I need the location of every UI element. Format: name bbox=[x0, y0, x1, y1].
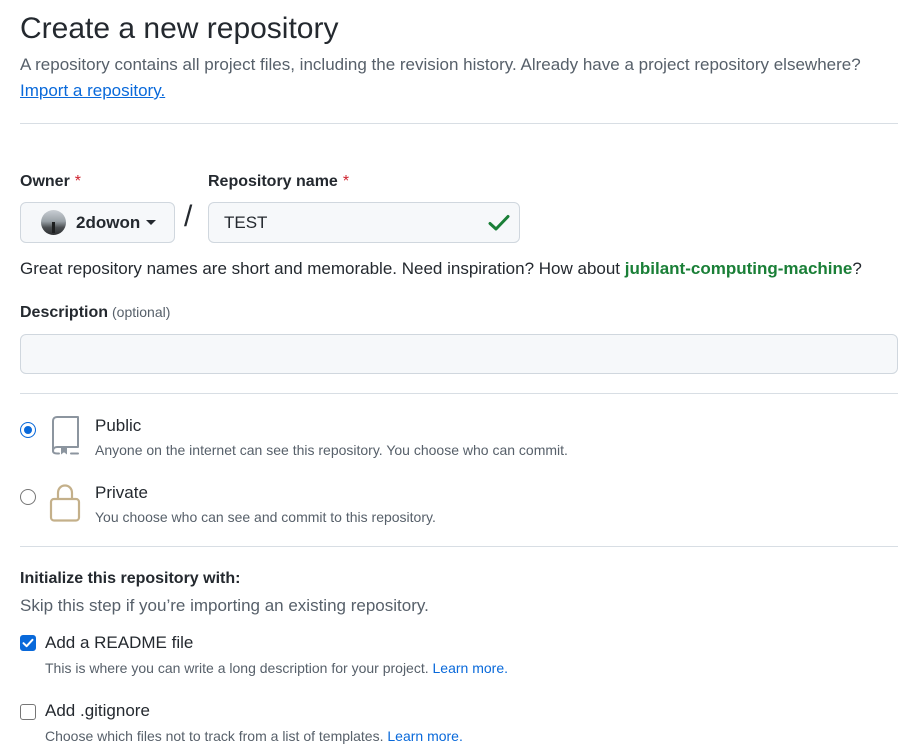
owner-label-text: Owner bbox=[20, 173, 70, 190]
caret-down-icon bbox=[146, 220, 157, 225]
description-label: Description (optional) bbox=[20, 304, 170, 322]
page-title: Create a new repository bbox=[20, 12, 339, 45]
hint-prefix: Great repository names are short and mem… bbox=[20, 259, 625, 278]
readme-checkbox[interactable] bbox=[20, 635, 36, 651]
repo-name-label: Repository name * bbox=[208, 173, 349, 191]
owner-label: Owner * bbox=[20, 173, 81, 191]
public-description: Anyone on the internet can see this repo… bbox=[95, 442, 568, 458]
check-icon bbox=[488, 215, 510, 231]
repo-icon bbox=[52, 416, 79, 455]
visibility-divider bbox=[20, 546, 898, 547]
checkmark-icon bbox=[22, 638, 34, 648]
init-section-subtitle: Skip this step if you’re importing an ex… bbox=[20, 596, 429, 615]
repo-name-required-mark: * bbox=[342, 173, 350, 190]
readme-description: This is where you can write a long descr… bbox=[45, 660, 508, 676]
name-suggestion[interactable]: jubilant-computing-machine bbox=[625, 259, 853, 278]
hint-suffix: ? bbox=[852, 259, 862, 278]
description-divider bbox=[20, 393, 898, 394]
description-input[interactable] bbox=[20, 334, 898, 374]
owner-required-mark: * bbox=[74, 173, 82, 190]
repo-name-input[interactable] bbox=[208, 202, 520, 243]
gitignore-title: Add .gitignore bbox=[45, 701, 150, 720]
public-radio[interactable] bbox=[20, 422, 36, 438]
description-label-text: Description bbox=[20, 304, 109, 321]
owner-dropdown[interactable]: 2dowon bbox=[20, 202, 175, 243]
readme-learn-more-link[interactable]: Learn more. bbox=[433, 660, 508, 676]
header-divider bbox=[20, 123, 898, 124]
public-title: Public bbox=[95, 416, 142, 435]
private-radio[interactable] bbox=[20, 489, 36, 505]
description-optional: (optional) bbox=[112, 304, 171, 320]
repo-name-hint: Great repository names are short and mem… bbox=[20, 259, 862, 279]
private-title: Private bbox=[95, 483, 148, 502]
init-section-title: Initialize this repository with: bbox=[20, 570, 241, 587]
avatar bbox=[41, 210, 66, 235]
gitignore-desc-text: Choose which files not to track from a l… bbox=[45, 728, 384, 744]
lock-icon bbox=[49, 484, 81, 522]
page-subtitle: A repository contains all project files,… bbox=[20, 55, 861, 74]
import-repository-link[interactable]: Import a repository. bbox=[20, 81, 165, 101]
gitignore-description: Choose which files not to track from a l… bbox=[45, 728, 463, 744]
repo-name-label-text: Repository name bbox=[208, 173, 338, 190]
owner-name: 2dowon bbox=[76, 212, 141, 232]
gitignore-checkbox[interactable] bbox=[20, 704, 36, 720]
gitignore-learn-more-link[interactable]: Learn more. bbox=[387, 728, 462, 744]
owner-repo-separator: / bbox=[184, 200, 193, 233]
readme-title: Add a README file bbox=[45, 633, 194, 652]
private-description: You choose who can see and commit to thi… bbox=[95, 509, 436, 525]
readme-desc-text: This is where you can write a long descr… bbox=[45, 660, 429, 676]
